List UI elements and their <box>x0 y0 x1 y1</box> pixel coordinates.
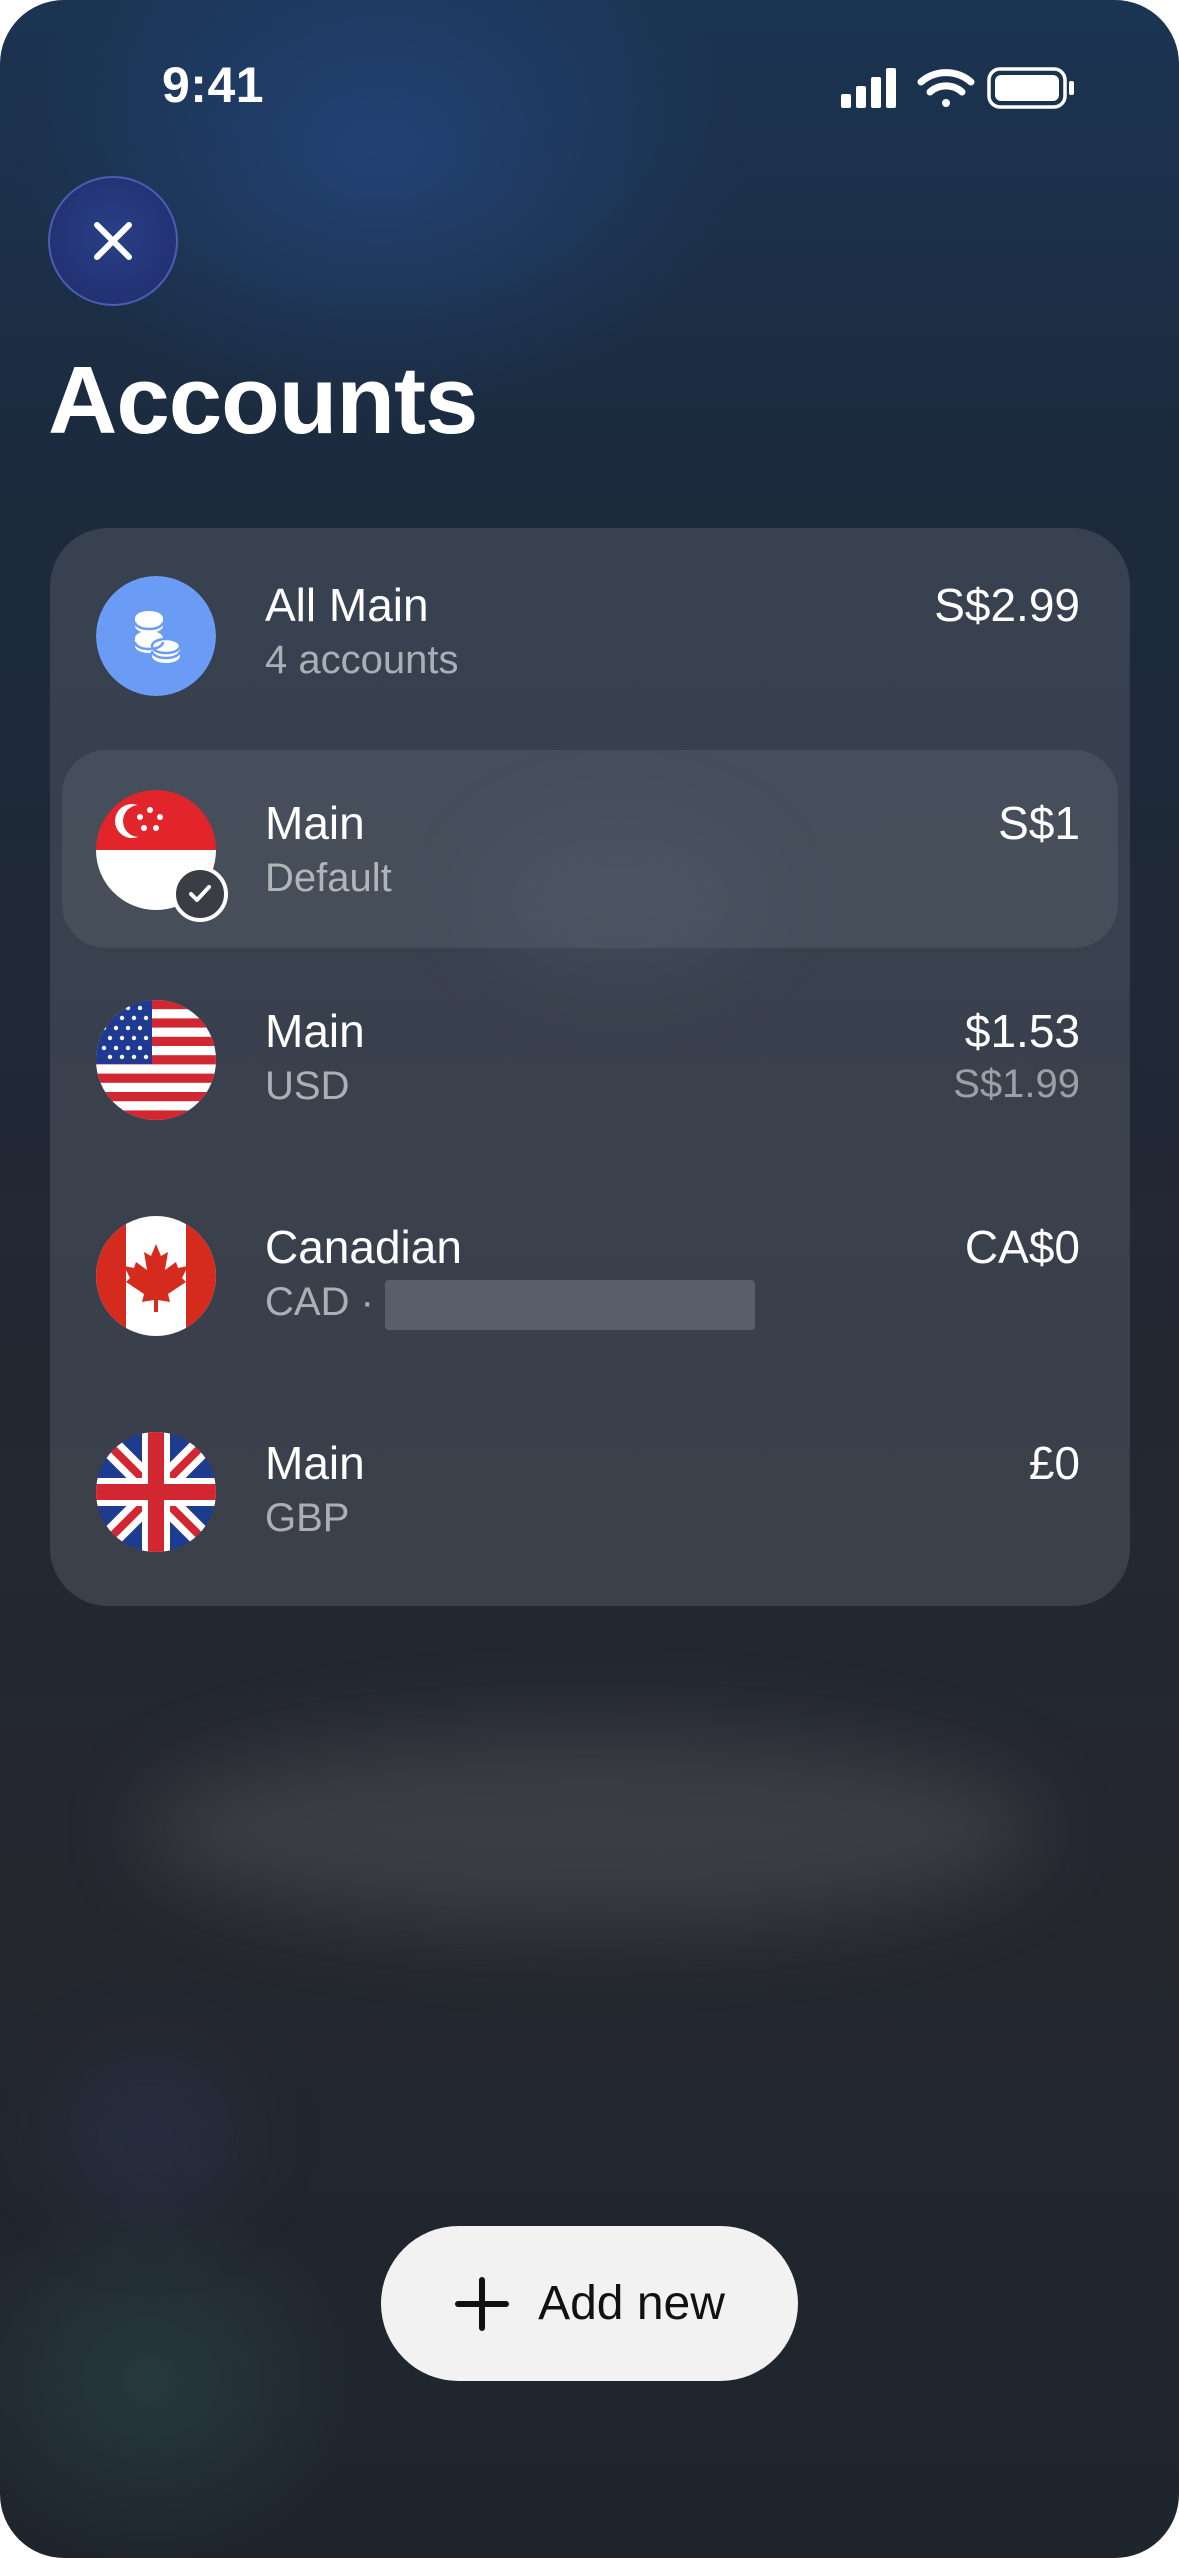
account-balance: S$2.99 <box>934 579 1080 631</box>
account-balance-converted: S$1.99 <box>953 1062 1080 1106</box>
battery-icon <box>987 67 1074 109</box>
page-title: Accounts <box>48 347 478 454</box>
account-subtitle: GBP <box>265 1496 350 1540</box>
account-row-main-usd[interactable]: Main USD $1.53 S$1.99 <box>50 960 1130 1130</box>
coins-icon <box>96 576 216 696</box>
account-subtitle: Default <box>265 856 392 900</box>
uk-flag-icon <box>96 1432 216 1552</box>
account-title: Main <box>265 1005 365 1057</box>
account-title: Main <box>265 797 365 849</box>
account-balance: S$1 <box>998 797 1080 849</box>
account-row-main-sgd[interactable]: Main Default S$1 <box>62 750 1118 948</box>
account-title: Main <box>265 1437 365 1489</box>
account-balance: CA$0 <box>964 1221 1080 1273</box>
account-title: Canadian <box>265 1221 462 1273</box>
close-icon <box>94 222 132 260</box>
account-row-canadian[interactable]: Canadian CAD · CA$0 <box>50 1176 1130 1346</box>
accounts-list: All Main 4 accounts S$2.99 Main Default … <box>50 528 1130 1606</box>
add-new-label: Add new <box>538 2277 725 2330</box>
status-icons <box>841 64 1081 112</box>
close-button[interactable] <box>48 176 178 306</box>
account-subtitle: USD <box>265 1064 350 1108</box>
add-new-button[interactable]: Add new <box>381 2226 798 2381</box>
account-title: All Main <box>265 579 429 631</box>
canada-flag-icon <box>96 1216 216 1336</box>
account-balance: $1.53 <box>964 1005 1080 1057</box>
screen: 9:41 Accounts All Main 4 accounts S$2.99… <box>0 0 1179 2558</box>
account-subtitle: CAD · <box>265 1280 374 1324</box>
account-subtitle: 4 accounts <box>265 638 459 682</box>
status-time: 9:41 <box>162 57 265 113</box>
background-blur <box>60 2050 240 2220</box>
us-flag-icon <box>96 1000 216 1120</box>
account-balance: £0 <box>1028 1437 1080 1489</box>
plus-icon <box>455 2276 510 2331</box>
account-row-all-main[interactable]: All Main 4 accounts S$2.99 <box>50 528 1130 698</box>
default-check-icon <box>172 866 228 922</box>
signal-icon <box>841 68 896 108</box>
wifi-icon <box>917 69 975 107</box>
redacted-account-number <box>385 1280 755 1330</box>
background-blur <box>140 1730 1040 1930</box>
account-row-main-gbp[interactable]: Main GBP £0 <box>50 1392 1130 1562</box>
